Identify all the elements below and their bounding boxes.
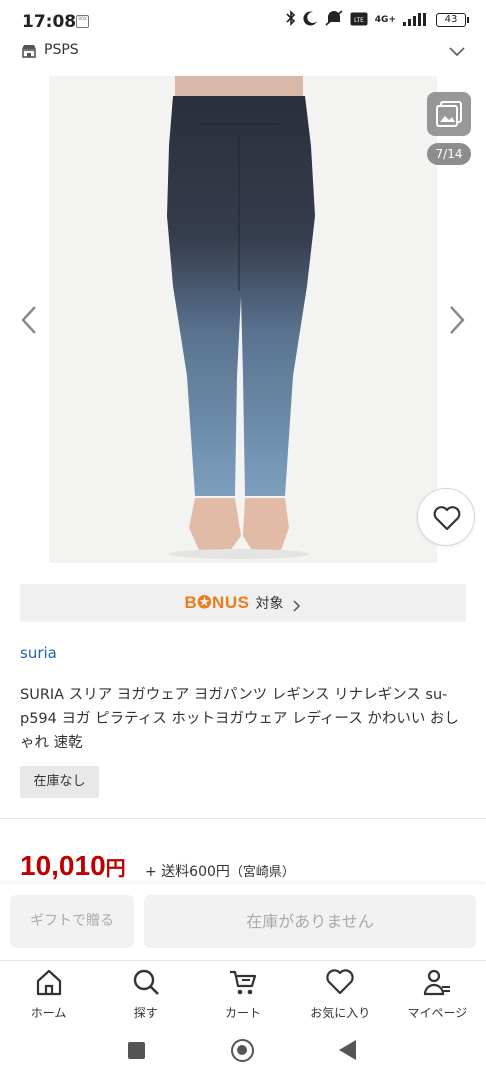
user-icon (424, 969, 451, 996)
store-header[interactable]: PSPS (0, 38, 486, 68)
mute-icon (325, 10, 343, 30)
previous-image-arrow-icon[interactable] (18, 304, 40, 336)
volte-icon: LTE (350, 11, 368, 30)
heart-icon (433, 506, 461, 531)
divider (0, 818, 486, 819)
product-gallery[interactable]: 7/14 (0, 76, 486, 564)
heart-icon (326, 969, 354, 995)
status-time: 17:08 (22, 12, 77, 32)
system-navigation-bar (0, 1022, 486, 1080)
nav-mypage[interactable]: マイページ (389, 961, 486, 1022)
gift-button[interactable]: ギフトで贈る (10, 895, 134, 948)
nav-favorites-label: お気に入り (310, 1006, 371, 1020)
nav-search[interactable]: 探す (97, 961, 194, 1022)
shop-link[interactable]: suria (20, 644, 57, 662)
nav-favorites[interactable]: お気に入り (292, 961, 389, 1022)
chevron-right-icon (293, 597, 301, 612)
action-bar: ギフトで贈る 在庫がありません (0, 884, 486, 960)
cart-icon (230, 970, 257, 995)
price-unit: 円 (105, 858, 126, 880)
favorite-button[interactable] (417, 488, 475, 546)
out-of-stock-button[interactable]: 在庫がありません (144, 895, 476, 948)
nav-home[interactable]: ホーム (0, 961, 97, 1022)
price: 10,010円 (20, 850, 126, 882)
svg-text:LTE: LTE (354, 17, 364, 24)
shipping-region: （宮崎県） (229, 865, 295, 880)
nav-cart-label: カート (225, 1006, 262, 1020)
moon-icon (303, 11, 318, 30)
price-value: 10,010 (20, 850, 106, 881)
bonus-label: 対象 (255, 596, 284, 612)
home-button[interactable] (231, 1039, 254, 1062)
nav-mypage-label: マイページ (407, 1006, 468, 1020)
stock-status-badge: 在庫なし (20, 766, 99, 798)
notification-chip-icon: BOX (76, 15, 89, 28)
product-image[interactable] (49, 76, 437, 563)
bottom-navigation: ホーム 探す カート お気に入り マイページ (0, 960, 486, 1022)
bonus-banner[interactable]: B✪NUS 対象 (20, 584, 466, 622)
store-icon (21, 43, 37, 58)
status-bar: 17:08 BOX LTE 4G+ 43 (0, 0, 486, 38)
image-counter: 7/14 (427, 143, 471, 165)
shipping-fee: + 送料600円 (145, 864, 230, 880)
store-name[interactable]: PSPS (44, 42, 79, 58)
chevron-down-icon[interactable] (448, 42, 466, 57)
battery-icon: 43 (436, 13, 469, 27)
nav-search-label: 探す (133, 1006, 158, 1020)
bonus-logo: B✪NUS (184, 593, 250, 612)
recent-apps-button[interactable] (128, 1042, 145, 1059)
signal-icon (403, 11, 429, 30)
shipping-info: + 送料600円（宮崎県） (145, 861, 295, 881)
network-type: 4G+ (374, 15, 396, 25)
status-icons: LTE 4G+ 43 (286, 10, 469, 30)
gallery-icon (436, 101, 462, 127)
product-title: SURIA スリア ヨガウェア ヨガパンツ レギンス リナレギンス su-p59… (20, 687, 459, 751)
nav-home-label: ホーム (30, 1006, 67, 1020)
next-image-arrow-icon[interactable] (446, 304, 468, 336)
back-button[interactable] (339, 1040, 356, 1060)
gallery-view-button[interactable] (427, 92, 471, 136)
bluetooth-icon (286, 10, 296, 30)
home-icon (36, 969, 61, 996)
search-icon (133, 969, 159, 995)
nav-cart[interactable]: カート (194, 961, 291, 1022)
